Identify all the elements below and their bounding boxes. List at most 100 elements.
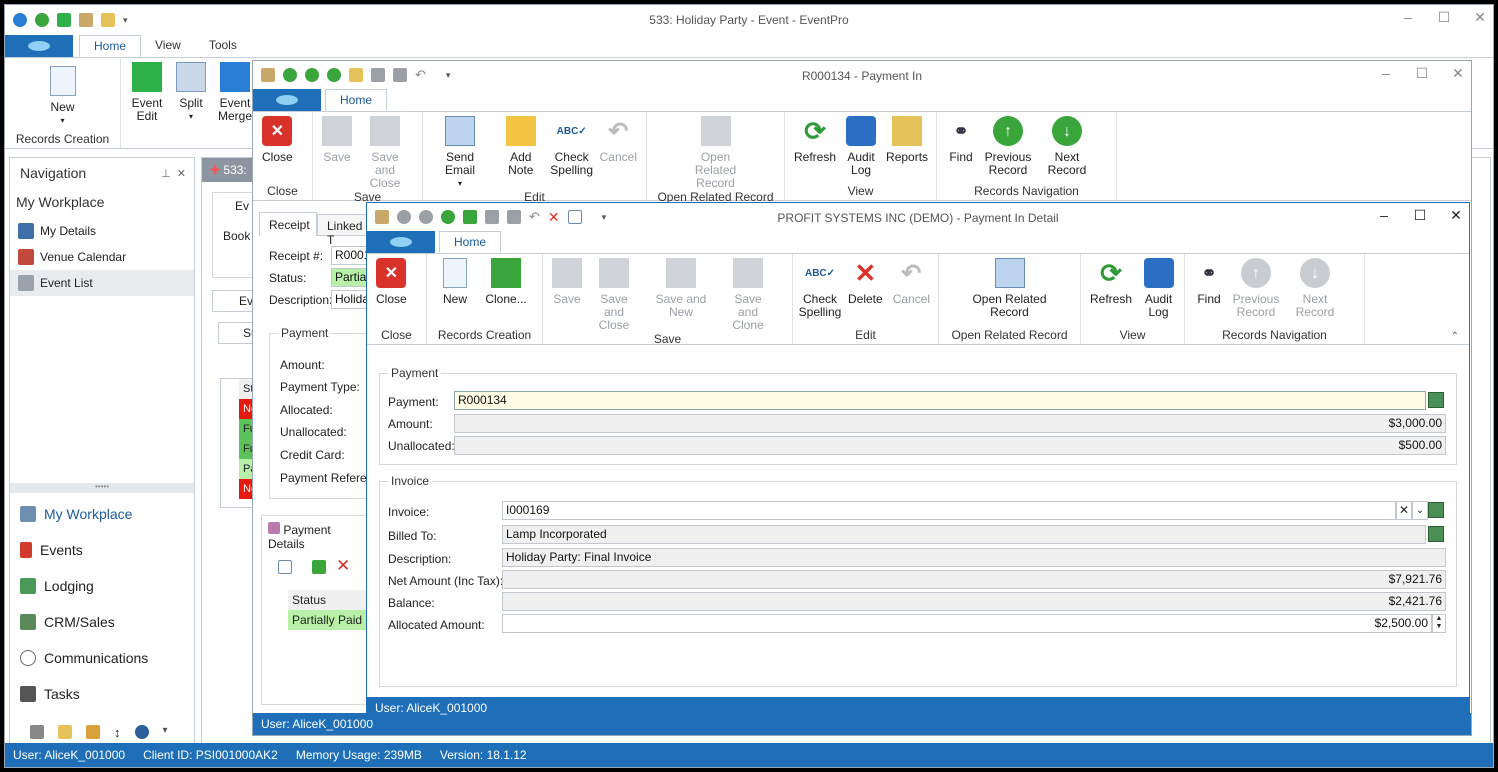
app-menu-button[interactable] xyxy=(367,231,435,253)
pin-close-icons[interactable]: ⊥ ✕ xyxy=(161,167,186,180)
event-merge-button[interactable]: Event Merge xyxy=(213,62,257,148)
new-icon[interactable] xyxy=(567,210,582,224)
description-field[interactable]: Holiday xyxy=(331,290,375,309)
tab-tools[interactable]: Tools xyxy=(195,35,251,57)
calendar-icon[interactable] xyxy=(79,13,93,27)
clipboard-icon[interactable] xyxy=(101,13,115,27)
clipboard-icon[interactable] xyxy=(349,68,363,82)
check-spelling-button[interactable]: ABC✓ Check Spelling xyxy=(549,116,595,190)
app-icon[interactable] xyxy=(261,68,275,82)
refresh-icon[interactable] xyxy=(327,68,341,82)
calculator-icon[interactable] xyxy=(30,725,44,739)
undo-icon[interactable]: ↶ xyxy=(415,67,426,83)
save-button[interactable]: Save xyxy=(547,258,587,332)
lookup-icon[interactable] xyxy=(1428,392,1444,408)
clear-icon[interactable]: ✕ xyxy=(1396,501,1412,520)
close-button[interactable]: ✕ Close xyxy=(257,116,298,184)
check-spelling-button[interactable]: ABC✓ Check Spelling xyxy=(797,258,843,328)
send-email-button[interactable]: Send Email ▾ xyxy=(427,116,493,190)
save-and-clone-button[interactable]: Save and Clone xyxy=(721,258,775,332)
down-icon[interactable] xyxy=(305,68,319,82)
receipt-field[interactable]: R0001 xyxy=(331,246,371,265)
close-button[interactable]: ✕ Close xyxy=(371,258,412,328)
new-button[interactable]: New xyxy=(431,258,479,328)
next-record-button[interactable]: ↓ Next Record xyxy=(1283,258,1347,328)
event-edit-button[interactable]: Event Edit xyxy=(125,62,169,148)
delete-row-icon[interactable]: ✕ xyxy=(336,556,350,576)
save-icon[interactable] xyxy=(371,68,385,82)
chevron-down-icon[interactable]: ▾ xyxy=(602,212,607,223)
audit-log-button[interactable]: Audit Log xyxy=(1137,258,1180,328)
open-related-record-button[interactable]: Open Related Record xyxy=(965,258,1055,328)
delete-icon[interactable]: ✕ xyxy=(548,209,560,226)
payin-linked-tab[interactable]: Linked T xyxy=(317,214,373,247)
invoice-field[interactable]: I000169 xyxy=(502,501,1396,520)
chevron-down-icon[interactable]: ▾ xyxy=(163,725,168,740)
allocated-amount-field[interactable]: $2,500.00 xyxy=(502,614,1432,633)
tab-home[interactable]: Home xyxy=(439,231,502,253)
up-icon[interactable] xyxy=(283,68,297,82)
nav-lodging[interactable]: Lodging xyxy=(10,568,194,604)
lookup-icon[interactable] xyxy=(1428,502,1444,518)
nav-item-venue-calendar[interactable]: Venue Calendar xyxy=(10,244,194,270)
chevron-down-icon[interactable]: ▾ xyxy=(446,70,451,81)
new-button[interactable]: New ▾ xyxy=(45,62,81,132)
stepper-icon[interactable]: ▲ ▼ xyxy=(1432,614,1446,633)
down-icon[interactable] xyxy=(419,210,433,224)
refresh-button[interactable]: ⟳ Refresh xyxy=(789,116,841,184)
refresh-icon[interactable] xyxy=(35,13,49,27)
tab-home[interactable]: Home xyxy=(325,89,388,111)
open-related-record-button[interactable]: Open Related Record xyxy=(676,116,756,190)
nav-crm-sales[interactable]: CRM/Sales xyxy=(10,604,194,640)
chevron-down-icon[interactable]: ▾ xyxy=(123,15,128,26)
find-button[interactable]: ⚭ Find xyxy=(941,116,981,184)
cancel-button[interactable]: ↶ Cancel xyxy=(888,258,935,328)
close-icon[interactable]: ✕ xyxy=(1473,9,1487,26)
minimize-icon[interactable]: – xyxy=(1401,9,1415,26)
collapse-ribbon-icon[interactable]: ⌃ xyxy=(1451,331,1459,342)
nav-item-my-details[interactable]: My Details xyxy=(10,218,194,244)
save-close-icon[interactable] xyxy=(393,68,407,82)
back-icon[interactable] xyxy=(13,13,27,27)
status-field[interactable]: Partiall xyxy=(331,268,372,287)
next-record-button[interactable]: ↓ Next Record xyxy=(1035,116,1099,184)
clone-row-icon[interactable] xyxy=(312,560,326,574)
close-icon[interactable]: ✕ xyxy=(1451,65,1465,82)
delete-button[interactable]: ✕ Delete xyxy=(843,258,888,328)
nav-communications[interactable]: Communications xyxy=(10,640,194,676)
reports-button[interactable]: Reports xyxy=(881,116,933,184)
payin-receipt-tab[interactable]: Receipt xyxy=(259,212,317,236)
globe-icon[interactable] xyxy=(134,725,149,739)
nav-my-workplace[interactable]: My Workplace xyxy=(10,496,194,532)
report-icon[interactable] xyxy=(86,725,100,739)
save-and-close-button[interactable]: Save and Close xyxy=(587,258,641,332)
clone-button[interactable]: Clone... xyxy=(479,258,533,328)
maximize-icon[interactable]: ☐ xyxy=(1415,65,1429,82)
sort-icon[interactable]: ↕ xyxy=(114,725,121,740)
add-note-button[interactable]: Add Note xyxy=(493,116,549,190)
app-menu-button[interactable] xyxy=(253,89,321,111)
refresh-icon[interactable] xyxy=(441,210,455,224)
audit-log-button[interactable]: Audit Log xyxy=(841,116,881,184)
lookup-icon[interactable] xyxy=(1428,526,1444,542)
nav-tasks[interactable]: Tasks xyxy=(10,676,194,712)
previous-record-button[interactable]: ↑ Previous Record xyxy=(1229,258,1283,328)
save-icon[interactable] xyxy=(485,210,499,224)
gear-icon[interactable] xyxy=(57,13,71,27)
payment-field[interactable]: R000134 xyxy=(454,391,1426,410)
chevron-down-icon[interactable]: ⌄ xyxy=(1412,501,1428,520)
cancel-button[interactable]: ↶ Cancel xyxy=(595,116,642,190)
tab-home[interactable]: Home xyxy=(79,35,142,57)
save-close-icon[interactable] xyxy=(507,210,521,224)
clone-icon[interactable] xyxy=(463,210,477,224)
table-row[interactable]: Partially Paid xyxy=(288,610,370,630)
app-menu-button[interactable] xyxy=(5,35,73,57)
save-button[interactable]: Save xyxy=(317,116,357,190)
save-and-close-button[interactable]: Save and Close xyxy=(357,116,413,190)
splitter[interactable]: ••••• xyxy=(10,483,194,493)
minimize-icon[interactable]: – xyxy=(1379,65,1393,82)
refresh-button[interactable]: ⟳ Refresh xyxy=(1085,258,1137,328)
close-icon[interactable]: ✕ xyxy=(1449,207,1463,224)
find-button[interactable]: ⚭ Find xyxy=(1189,258,1229,328)
split-button[interactable]: Split ▾ xyxy=(169,62,213,148)
